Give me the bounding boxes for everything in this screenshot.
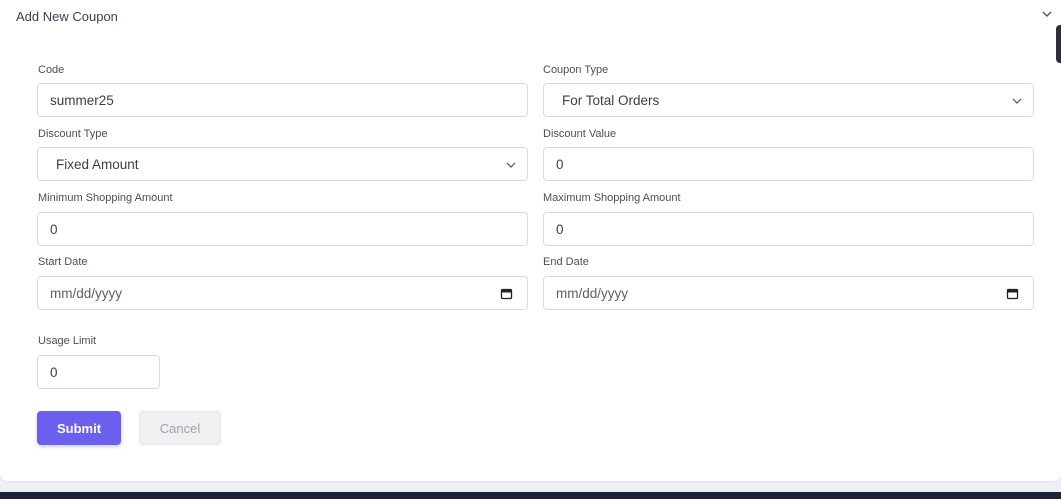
side-panel-tab[interactable] (1056, 25, 1061, 63)
code-label: Code (38, 64, 65, 76)
cancel-button[interactable]: Cancel (139, 411, 221, 445)
discount-value-value: 0 (556, 156, 564, 172)
add-coupon-card: Add New Coupon Code summer25 Coupon Type… (0, 0, 1061, 481)
discount-type-select[interactable]: Fixed Amount (37, 147, 528, 181)
calendar-icon[interactable] (1006, 287, 1019, 300)
max-shopping-input[interactable]: 0 (543, 212, 1034, 246)
usage-limit-input[interactable]: 0 (37, 355, 160, 389)
usage-limit-value: 0 (50, 364, 58, 380)
coupon-type-label: Coupon Type (543, 64, 609, 76)
start-date-placeholder: mm/dd/yyyy (50, 285, 123, 301)
min-shopping-input[interactable]: 0 (37, 212, 528, 246)
discount-value-label: Discount Value (543, 128, 617, 140)
end-date-input[interactable]: mm/dd/yyyy (543, 276, 1034, 310)
max-shopping-value: 0 (556, 221, 564, 237)
end-date-label: End Date (543, 256, 589, 268)
card-title: Add New Coupon (16, 9, 118, 24)
code-value: summer25 (50, 92, 114, 108)
discount-value-input[interactable]: 0 (543, 147, 1034, 181)
start-date-input[interactable]: mm/dd/yyyy (37, 276, 528, 310)
max-shopping-label: Maximum Shopping Amount (543, 192, 681, 204)
chevron-down-icon (506, 162, 516, 168)
code-input[interactable]: summer25 (37, 83, 528, 117)
calendar-icon[interactable] (500, 287, 513, 300)
discount-type-label: Discount Type (38, 128, 108, 140)
coupon-type-select[interactable]: For Total Orders (543, 83, 1034, 117)
chevron-down-icon (1012, 98, 1022, 104)
end-date-placeholder: mm/dd/yyyy (556, 285, 629, 301)
bottom-bar (0, 492, 1061, 499)
min-shopping-value: 0 (50, 221, 58, 237)
start-date-label: Start Date (38, 256, 88, 268)
submit-button[interactable]: Submit (37, 411, 121, 445)
discount-type-value: Fixed Amount (56, 156, 139, 172)
min-shopping-label: Minimum Shopping Amount (38, 192, 173, 204)
usage-limit-label: Usage Limit (38, 335, 97, 347)
coupon-type-value: For Total Orders (562, 92, 660, 108)
chevron-down-icon[interactable] (1040, 7, 1054, 21)
